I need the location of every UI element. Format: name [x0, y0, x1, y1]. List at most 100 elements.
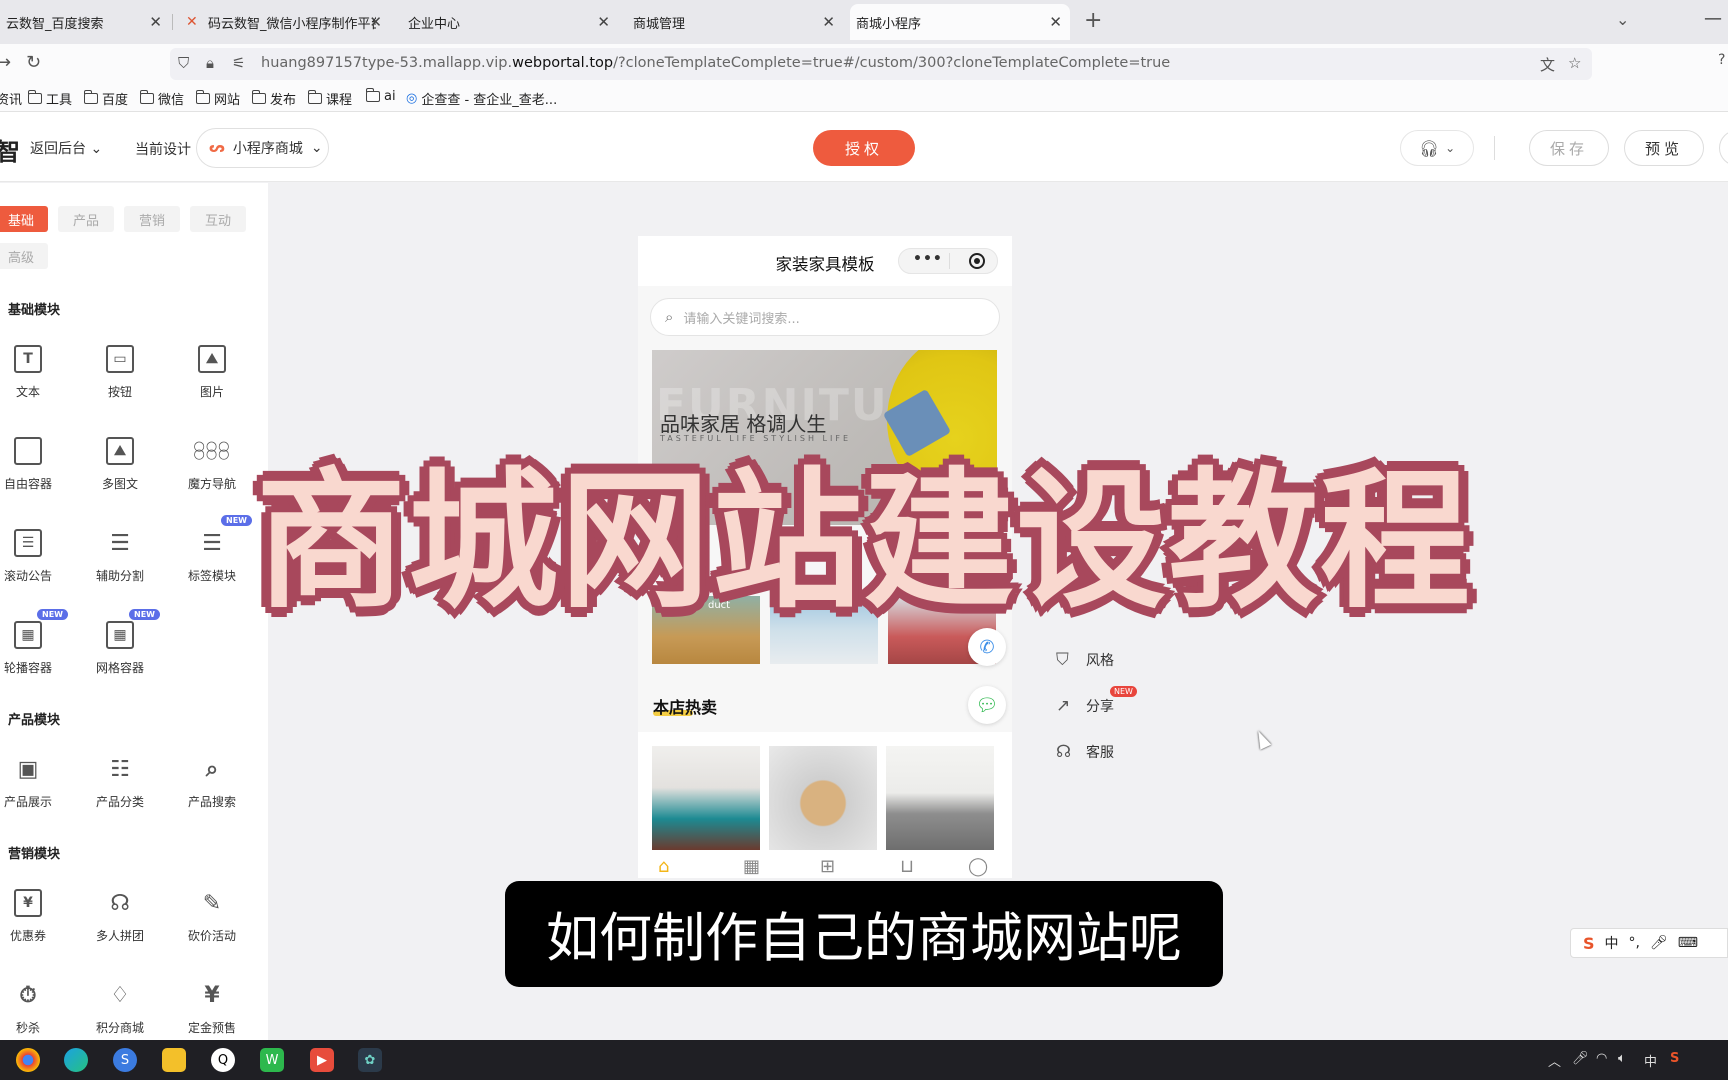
setting-style[interactable]: ⛉ 风格 [1056, 650, 1114, 670]
module-carousel-container[interactable]: ▦ NEW 轮播容器 [0, 609, 68, 691]
overlay-title: 商城网站建设教程 [251, 450, 1475, 634]
sogou-tray-icon[interactable]: S [1670, 1051, 1679, 1066]
points-mall-icon: ♢ [110, 982, 130, 1008]
site-settings-icon[interactable]: ⚟ [232, 54, 245, 72]
module-button[interactable]: ▭ 按钮 [80, 345, 160, 415]
search-input[interactable]: ⌕ 请输入关键词搜索... [650, 298, 1000, 336]
bookmark-folder[interactable]: 微信 [140, 89, 184, 108]
module-product-display[interactable]: ▣ 产品展示 [0, 755, 68, 825]
url-field[interactable]: ⛉ 🔒︎ ⚟ huang897157type-53.mallapp.vip.we… [170, 48, 1592, 80]
module-image[interactable]: ⛰ 图片 [172, 345, 252, 415]
module-grid-container[interactable]: ▦ NEW 网格容器 [80, 609, 160, 691]
setting-service[interactable]: ☊ 客服 [1056, 742, 1114, 762]
video-subtitle: 如何制作自己的商城网站呢 [505, 881, 1223, 987]
authorize-button[interactable]: 授权 [813, 130, 915, 166]
user-icon[interactable]: ◯ [968, 856, 988, 877]
section-title: 基础模块 [8, 303, 61, 318]
gift-icon[interactable]: ⊞ [820, 856, 835, 877]
presale-icon: ¥ [204, 982, 220, 1008]
product-category-icon: ☷ [110, 756, 130, 782]
lock-icon[interactable]: 🔒︎ [206, 54, 214, 72]
wechat-button[interactable]: 💬︎ [968, 686, 1006, 724]
reload-icon[interactable]: ↻ [26, 52, 41, 73]
bookmark-folder[interactable]: ai [366, 88, 396, 104]
setting-share[interactable]: ↗ 分享 [1056, 696, 1114, 716]
module-product-search[interactable]: ⌕ 产品搜索 [172, 755, 252, 825]
module-bargain[interactable]: ✎ 砍价活动 [172, 889, 252, 959]
bookmark-folder[interactable]: 发布 [252, 89, 296, 108]
category-icon[interactable]: ▦ [743, 856, 760, 877]
bookmark-folder[interactable]: 百度 [84, 89, 128, 108]
bookmark-folder[interactable]: 课程 [308, 89, 352, 108]
close-icon[interactable]: ✕ [369, 13, 382, 31]
browser-tab-active[interactable]: 商城小程序 ✕ [850, 4, 1070, 40]
ime-tray-label[interactable]: 中 [1644, 1051, 1657, 1070]
edge-icon[interactable] [64, 1048, 88, 1072]
close-icon[interactable]: ✕ [149, 13, 162, 31]
close-icon[interactable]: ✕ [1049, 13, 1062, 31]
wechat-icon[interactable]: W [260, 1048, 284, 1072]
bookmark-folder[interactable]: 网站 [196, 89, 240, 108]
product-search-icon: ⌕ [205, 756, 219, 782]
module-text[interactable]: T 文本 [0, 345, 68, 415]
network-icon[interactable]: ◠ [1596, 1051, 1607, 1066]
product-image[interactable] [886, 746, 994, 850]
tab-basic[interactable]: 基础 [0, 206, 48, 232]
qq-icon[interactable]: Q [211, 1048, 235, 1072]
image-icon: ⛰ [198, 345, 226, 373]
tab-marketing[interactable]: 营销 [124, 206, 180, 232]
section-title: 产品模块 [8, 713, 61, 728]
browser-tab[interactable]: ✕ 码云数智_微信小程序制作平台 ✕ [180, 4, 390, 40]
preview-button[interactable]: 预览 [1624, 130, 1704, 166]
screen-recorder-icon[interactable]: ▶ [310, 1048, 334, 1072]
design-select[interactable]: ᔕ 小程序商城 ⌄ [196, 128, 329, 168]
browser-tab[interactable]: 商城管理 ✕ [627, 4, 843, 40]
tray-chevron-icon[interactable]: ︿ [1548, 1051, 1561, 1070]
shield-icon[interactable]: ⛉ [178, 54, 189, 72]
module-coupon[interactable]: ¥ 优惠券 [0, 889, 68, 959]
module-product-category[interactable]: ☷ 产品分类 [80, 755, 160, 825]
home-icon[interactable]: ⌂ [658, 856, 669, 877]
module-group-buy[interactable]: ☊ 多人拼团 [80, 889, 160, 959]
product-image[interactable] [652, 746, 760, 850]
address-bar: → ↻ ⛉ 🔒︎ ⚟ huang897157type-53.mallapp.vi… [0, 44, 1728, 84]
browser-tab[interactable]: 企业中心 ✕ [402, 4, 618, 40]
chevron-down-icon: ⌄ [1445, 141, 1456, 155]
tab-title: 码云数智_微信小程序制作平台 [208, 16, 376, 32]
volume-icon[interactable]: 🔈︎ [1618, 1051, 1626, 1066]
close-icon[interactable]: ✕ [822, 13, 835, 31]
product-image[interactable] [769, 746, 877, 850]
miniprogram-capsule[interactable]: ••• [898, 248, 998, 274]
new-tab-icon[interactable]: + [1084, 8, 1102, 33]
bookmark-item[interactable]: 资讯 [0, 89, 22, 108]
mic-icon[interactable]: 🎤︎ [1572, 1051, 1589, 1066]
sogou-browser-icon[interactable]: S [113, 1048, 137, 1072]
cart-icon[interactable]: ⊔ [900, 856, 914, 877]
service-select[interactable]: 🎧︎ ⌄ [1400, 130, 1474, 166]
flash-sale-icon: ⏱ [19, 982, 37, 1008]
tab-interaction[interactable]: 互动 [190, 206, 246, 232]
forward-icon[interactable]: → [0, 52, 11, 73]
section-title: 本店热卖 [653, 698, 718, 717]
chrome-icon[interactable] [16, 1048, 40, 1072]
tab-advanced[interactable]: 高级 [0, 243, 48, 269]
minimize-icon[interactable]: — [1704, 8, 1722, 29]
back-to-admin-button[interactable]: 返回后台 ⌄ [30, 138, 102, 158]
bookmark-item[interactable]: ◎ 企查查 - 查企业_查老... [406, 89, 557, 108]
tab-product[interactable]: 产品 [58, 206, 114, 232]
wechat-icon: 💬︎ [975, 694, 999, 716]
bookmark-folder[interactable]: 工具 [28, 89, 72, 108]
publish-button[interactable] [1719, 130, 1728, 166]
browser-tab[interactable]: 云数智_百度搜索 ✕ [0, 4, 170, 40]
file-explorer-icon[interactable] [162, 1048, 186, 1072]
close-icon[interactable]: ✕ [597, 13, 610, 31]
translate-icon[interactable]: 文 [1540, 54, 1555, 75]
chevron-down-icon[interactable]: ⌄ [1616, 10, 1629, 29]
star-icon[interactable]: ☆ [1568, 54, 1581, 72]
app-icon[interactable]: ✿ [358, 1048, 382, 1072]
mic-icon: 🎤︎ [1649, 935, 1668, 951]
tab-title: 企业中心 [408, 16, 461, 32]
help-icon[interactable]: ? [1718, 52, 1725, 68]
ime-toolbar[interactable]: S 中 °, 🎤︎ ⌨ [1570, 928, 1728, 958]
save-button[interactable]: 保存 [1529, 130, 1609, 166]
